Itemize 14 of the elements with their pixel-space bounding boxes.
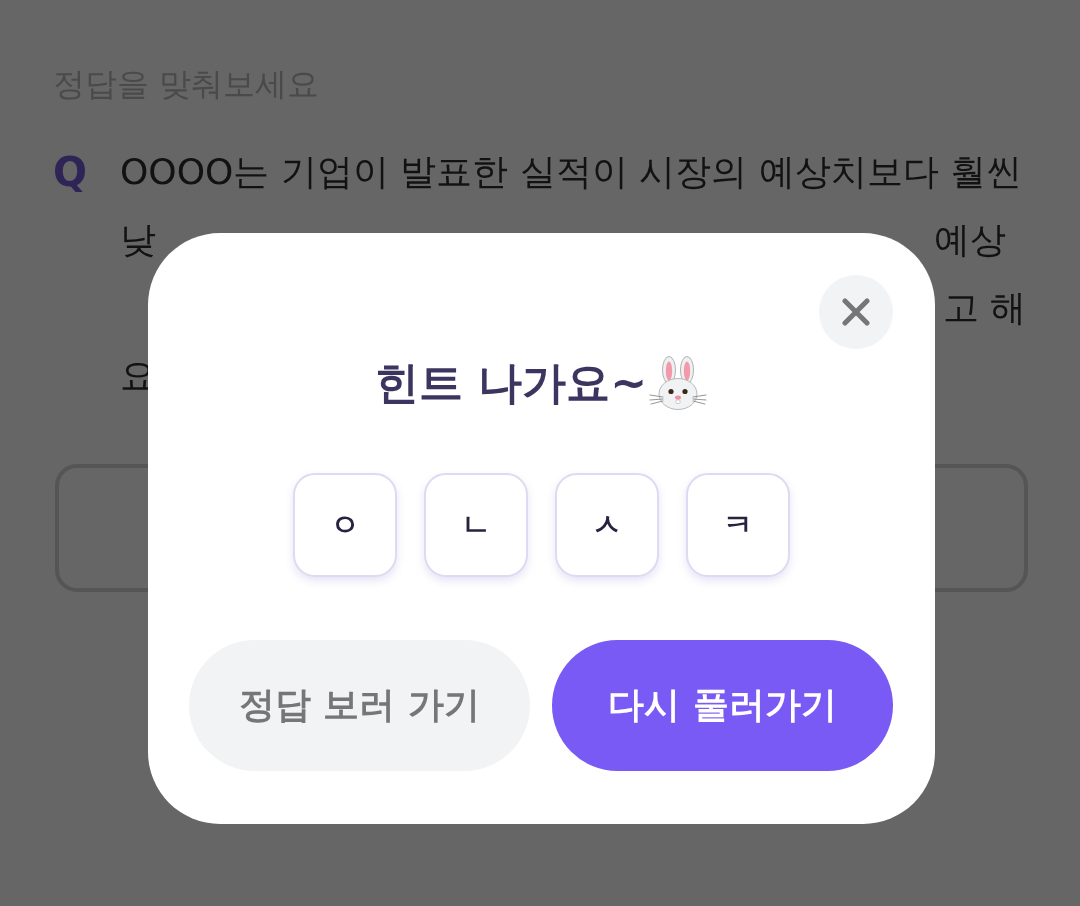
retry-button[interactable]: 다시 풀러가기	[552, 640, 893, 771]
hint-letter-tile: ㅅ	[554, 473, 659, 577]
hint-letter-tile: ㅋ	[685, 473, 790, 577]
question-text: 예상	[934, 218, 1006, 262]
question-label: Q	[53, 148, 88, 197]
dialog-title: 힌트 나가요~	[374, 356, 648, 410]
question-text: 고 해	[942, 286, 1026, 330]
rabbit-face-icon	[649, 355, 708, 411]
question-text: OOOO는 기업이 발표한 실적이 시장의 예상치보다 훨씬	[120, 150, 1022, 194]
show-answer-button[interactable]: 정답 보러 가기	[189, 640, 530, 771]
question-text: 낮	[120, 218, 156, 262]
hint-letter-tile: ㄴ	[423, 473, 528, 577]
hint-letter-tile: ㅇ	[292, 473, 397, 577]
close-icon	[842, 298, 870, 326]
